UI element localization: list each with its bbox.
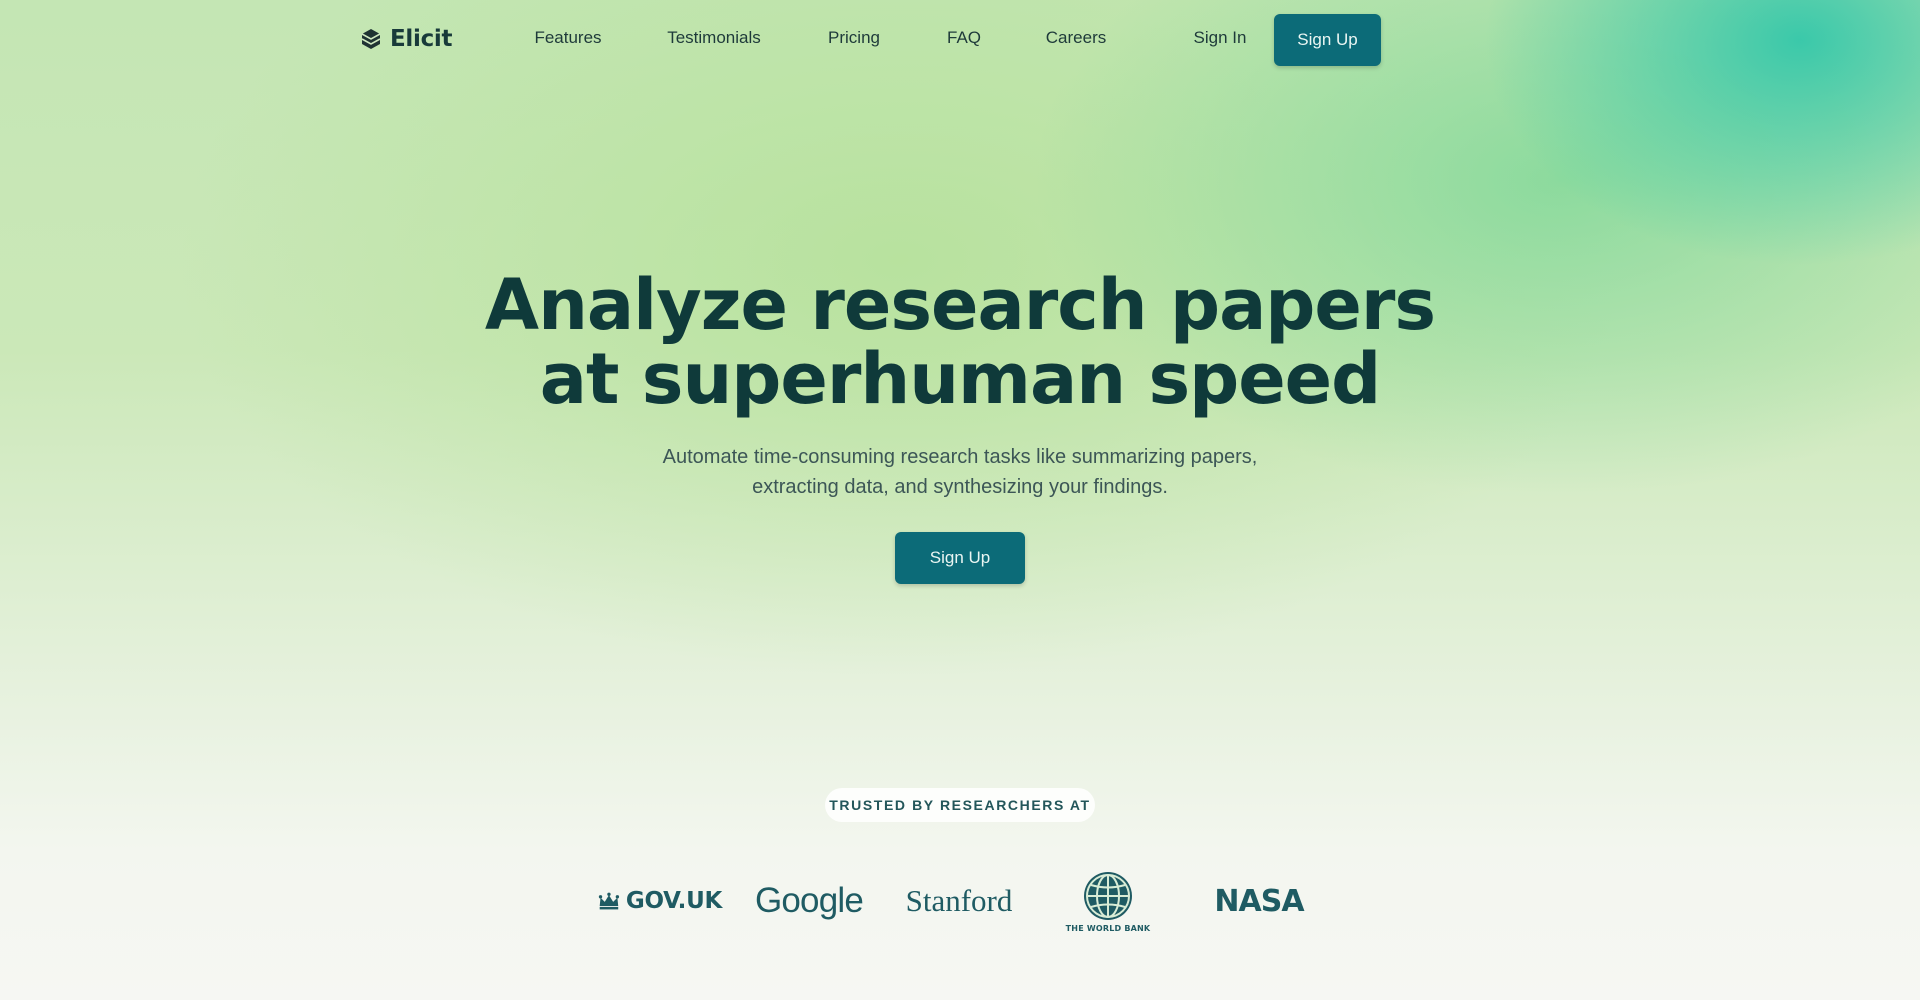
gov-uk-text: GOV.UK — [625, 888, 722, 914]
hero-title-line-1: Analyze research papers — [484, 264, 1436, 346]
crown-icon — [598, 892, 620, 910]
stanford-logo: Stanford — [898, 866, 1020, 936]
hero-subtitle-line-1: Automate time-consuming research tasks l… — [662, 446, 1258, 468]
stanford-text: Stanford — [905, 883, 1013, 918]
hero-subtitle-line-2: extracting data, and synthesizing your f… — [752, 476, 1168, 498]
hero-title-line-2: at superhuman speed — [539, 338, 1382, 420]
google-text: Google — [754, 881, 864, 920]
nav-sign-up-button[interactable]: Sign Up — [1274, 14, 1381, 66]
globe-icon — [1084, 871, 1132, 920]
hero-title: Analyze research papers at superhuman sp… — [0, 268, 1920, 416]
nav-link-testimonials[interactable]: Testimonials — [667, 28, 761, 48]
nav-link-faq[interactable]: FAQ — [947, 28, 981, 48]
nasa-logo: NASA — [1212, 866, 1306, 936]
google-logo: Google — [754, 866, 864, 936]
top-navbar: Elicit Features Testimonials Pricing FAQ… — [0, 14, 1920, 66]
nav-links: Features Testimonials Pricing FAQ Career… — [0, 14, 1920, 66]
nasa-text: NASA — [1214, 883, 1304, 919]
partner-logos: GOV.UK Google Stanford THE WORLD BANK NA… — [0, 866, 1920, 936]
hero-subtitle: Automate time-consuming research tasks l… — [0, 442, 1920, 502]
world-bank-text: THE WORLD BANK — [1065, 923, 1151, 933]
sign-in-link[interactable]: Sign In — [1194, 28, 1247, 48]
hero-sign-up-button[interactable]: Sign Up — [895, 532, 1025, 584]
nav-link-pricing[interactable]: Pricing — [828, 28, 880, 48]
gov-uk-logo: GOV.UK — [598, 866, 722, 936]
nav-link-careers[interactable]: Careers — [1046, 28, 1106, 48]
trusted-by-badge: TRUSTED BY RESEARCHERS AT — [825, 788, 1095, 822]
world-bank-logo: THE WORLD BANK — [1062, 866, 1154, 936]
nav-link-features[interactable]: Features — [534, 28, 601, 48]
